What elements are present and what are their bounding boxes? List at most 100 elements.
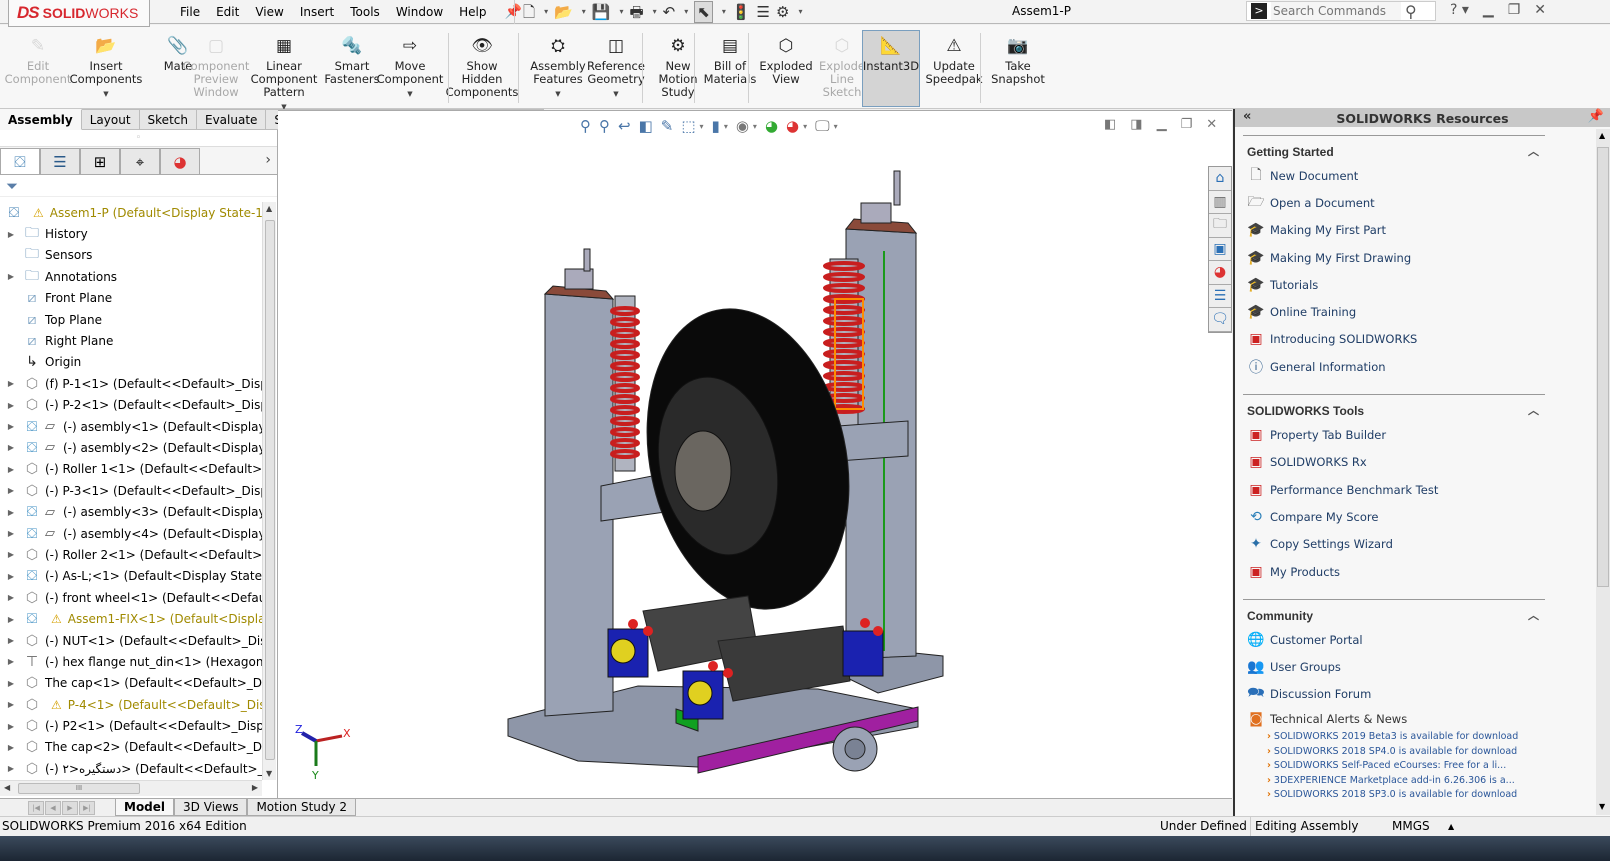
expand-arrow-icon[interactable]: ▶ — [0, 593, 22, 602]
collapse-pane-icon[interactable]: « — [1243, 109, 1251, 124]
restore-button[interactable]: ❐ — [1508, 2, 1521, 18]
tree-item[interactable]: ▶ 🗀 Annotations — [0, 266, 262, 287]
resource-link-technical-alerts-news[interactable]: ◙ Technical Alerts & News — [1243, 708, 1545, 730]
expand-arrow-icon[interactable]: ▶ — [0, 700, 22, 709]
print-dropdown-icon[interactable]: ▾ — [650, 2, 657, 22]
new-document-dropdown-icon[interactable]: ▾ — [541, 2, 548, 22]
expand-arrow-icon[interactable]: ▶ — [0, 657, 22, 666]
resource-link-introducing-solidworks[interactable]: ▣ Introducing SOLIDWORKS — [1243, 326, 1545, 353]
options-dropdown-icon[interactable]: ▾ — [795, 2, 802, 22]
section-header[interactable]: SOLIDWORKS Tools ︿ — [1243, 401, 1545, 421]
update-speedpak-button[interactable]: ⚠ Update Speedpak — [924, 35, 984, 86]
tree-item[interactable]: ▶⬡ The cap<2> (Default<<Default>_Display … — [0, 737, 262, 758]
resource-link-tutorials[interactable]: 🎓 Tutorials — [1243, 271, 1545, 298]
resource-link-copy-settings-wizard[interactable]: ✦ Copy Settings Wizard — [1243, 531, 1545, 558]
tree-item[interactable]: ▶⬡ (-) P-2<1> (Default<<Default>_Display … — [0, 395, 262, 416]
expand-arrow-icon[interactable]: ▶ — [0, 529, 22, 538]
resource-link-customer-portal[interactable]: 🌐 Customer Portal — [1243, 626, 1545, 653]
tab-model[interactable]: Model — [115, 799, 175, 816]
tab-motion-study-2[interactable]: Motion Study 2 — [247, 799, 357, 816]
expand-arrow-icon[interactable]: ▶ — [0, 422, 22, 431]
tree-item[interactable]: ▶⬡ (-) P2<1> (Default<<Default>_Display S… — [0, 715, 262, 736]
resource-link-performance-benchmark-test[interactable]: ▣ Performance Benchmark Test — [1243, 476, 1545, 503]
show-hidden-components-button[interactable]: 👁 Show Hidden Components — [446, 35, 519, 99]
take-snapshot-button[interactable]: 📷 Take Snapshot — [988, 35, 1048, 86]
expand-arrow-icon[interactable]: ▶ — [0, 636, 22, 645]
component-preview-window-button[interactable]: ▢ Component Preview Window — [183, 35, 250, 99]
resource-link-making-my-first-drawing[interactable]: 🎓 Making My First Drawing — [1243, 244, 1545, 271]
news-link[interactable]: SOLIDWORKS 2018 SP4.0 is available for d… — [1243, 745, 1545, 760]
chevron-down-icon[interactable]: ▼ — [103, 88, 108, 101]
appearances-icon[interactable]: ◕ — [1209, 261, 1231, 285]
expand-arrow-icon[interactable]: ▶ — [0, 486, 22, 495]
resource-link-my-products[interactable]: ▣ My Products — [1243, 558, 1545, 585]
open-document-icon[interactable]: 📂 — [554, 2, 573, 22]
forum-icon[interactable]: 🗨 — [1209, 308, 1231, 332]
display-manager-tab[interactable]: ◕ — [160, 148, 200, 174]
chevron-up-icon[interactable]: ︿ — [1528, 606, 1539, 626]
expand-arrow-icon[interactable]: ▶ — [0, 230, 22, 239]
select-icon[interactable]: ⬉ — [694, 1, 713, 23]
expand-arrow-icon[interactable]: ▶ — [0, 508, 22, 517]
tree-item[interactable]: ▶⬡ The cap<1> (Default<<Default>_Display … — [0, 673, 262, 694]
news-link[interactable]: 3DEXPERIENCE Marketplace add-in 6.26.306… — [1243, 774, 1545, 789]
edit-component-button[interactable]: ✎ Edit Component — [5, 35, 72, 86]
expand-arrow-icon[interactable]: ▶ — [0, 615, 22, 624]
tree-item[interactable]: ▶ ⛋ (-) As-L;<1> (Default<Display State-1>… — [0, 566, 262, 587]
tree-item[interactable]: ▶⬡ ⚠ P-4<1> (Default<<Default>_Display S — [0, 694, 262, 715]
resource-link-user-groups[interactable]: 👥 User Groups — [1243, 653, 1545, 680]
expand-arrow-icon[interactable]: ▶ — [0, 572, 22, 581]
expand-arrow-icon[interactable]: ▶ — [0, 379, 22, 388]
tree-item[interactable]: ▶⬡ (-) دستگیره<۲> (Default<<Default>_Disp… — [0, 758, 262, 779]
menu-file[interactable]: File — [172, 3, 208, 21]
move-component-button[interactable]: ⇨ Move Component ▼ — [377, 35, 444, 101]
expand-arrow-icon[interactable]: ▶ — [0, 401, 22, 410]
resource-link-discussion-forum[interactable]: 🗪 Discussion Forum — [1243, 681, 1545, 708]
tree-item[interactable]: ▶ ⛋ ▱ (-) asembly<2> (Default<Display State — [0, 437, 262, 458]
menu-edit[interactable]: Edit — [208, 3, 247, 21]
feature-manager-tab[interactable]: ⛋ — [0, 148, 40, 174]
chevron-down-icon[interactable]: ▼ — [407, 88, 412, 101]
expand-arrow-icon[interactable]: ▶ — [0, 443, 22, 452]
undo-icon[interactable]: ↶ — [663, 2, 676, 22]
tree-item[interactable]: ↳ Origin — [0, 352, 262, 373]
section-header[interactable]: Getting Started ︿ — [1243, 142, 1545, 162]
exploded-view-button[interactable]: ⬡ Exploded View — [756, 35, 816, 86]
news-link[interactable]: SOLIDWORKS 2019 Beta3 is available for d… — [1243, 730, 1545, 745]
expand-arrow-icon[interactable]: ▶ — [0, 272, 22, 281]
expand-arrow-icon[interactable]: ▶ — [0, 550, 22, 559]
assembly-model-view[interactable] — [278, 111, 1232, 799]
news-link[interactable]: SOLIDWORKS 2018 SP3.0 is available for d… — [1243, 788, 1545, 803]
tree-item[interactable]: ▶ 🗀 History — [0, 223, 262, 244]
tree-horizontal-scrollbar[interactable]: ◀ III ▶ — [0, 780, 262, 796]
save-dropdown-icon[interactable]: ▾ — [616, 2, 623, 22]
tree-item[interactable]: 🗀 Sensors — [0, 245, 262, 266]
expand-arrow-icon[interactable]: ▶ — [0, 764, 22, 773]
resource-link-property-tab-builder[interactable]: ▣ Property Tab Builder — [1243, 421, 1545, 448]
new-document-icon[interactable]: 🗋 — [523, 2, 535, 22]
tree-vertical-scrollbar[interactable]: ▲ ▼ — [262, 202, 276, 780]
help-icon[interactable]: ? ▾ — [1450, 2, 1469, 18]
last-tab-icon[interactable]: ▶| — [79, 800, 95, 815]
menu-view[interactable]: View — [247, 3, 291, 21]
rebuild-icon[interactable]: 🚦 — [732, 2, 751, 22]
filter-icon[interactable]: ⏷ — [0, 175, 277, 197]
tree-item[interactable]: ▶⬡ (-) front wheel<1> (Default<<Default>_… — [0, 587, 262, 608]
undo-dropdown-icon[interactable]: ▾ — [681, 2, 688, 22]
tree-item[interactable]: ⧄ Front Plane — [0, 288, 262, 309]
bill-of-materials-button[interactable]: ▤ Bill of Materials — [700, 35, 760, 86]
print-icon[interactable]: 🖶 — [629, 2, 643, 22]
tab-3d-views[interactable]: 3D Views — [174, 799, 248, 816]
expand-arrow-icon[interactable]: ▶ — [0, 743, 22, 752]
menu-window[interactable]: Window — [388, 3, 451, 21]
tree-item[interactable]: ▶⬡ (-) P-3<1> (Default<<Default>_Display … — [0, 480, 262, 501]
panel-grip[interactable]: ◦ — [0, 130, 277, 147]
chevron-down-icon[interactable]: ▼ — [613, 88, 618, 101]
dimxpert-manager-tab[interactable]: ⌖ — [120, 148, 160, 174]
select-dropdown-icon[interactable]: ▾ — [719, 2, 726, 22]
resource-link-compare-my-score[interactable]: ⟲ Compare My Score — [1243, 503, 1545, 530]
linear-component-pattern-button[interactable]: ▦ Linear Component Pattern ▼ — [251, 35, 318, 114]
pin-icon[interactable]: 📌 — [1588, 109, 1604, 124]
news-link[interactable]: SOLIDWORKS Self-Paced eCourses: Free for… — [1243, 759, 1545, 774]
search-icon[interactable]: ⚲ — [1405, 2, 1417, 21]
